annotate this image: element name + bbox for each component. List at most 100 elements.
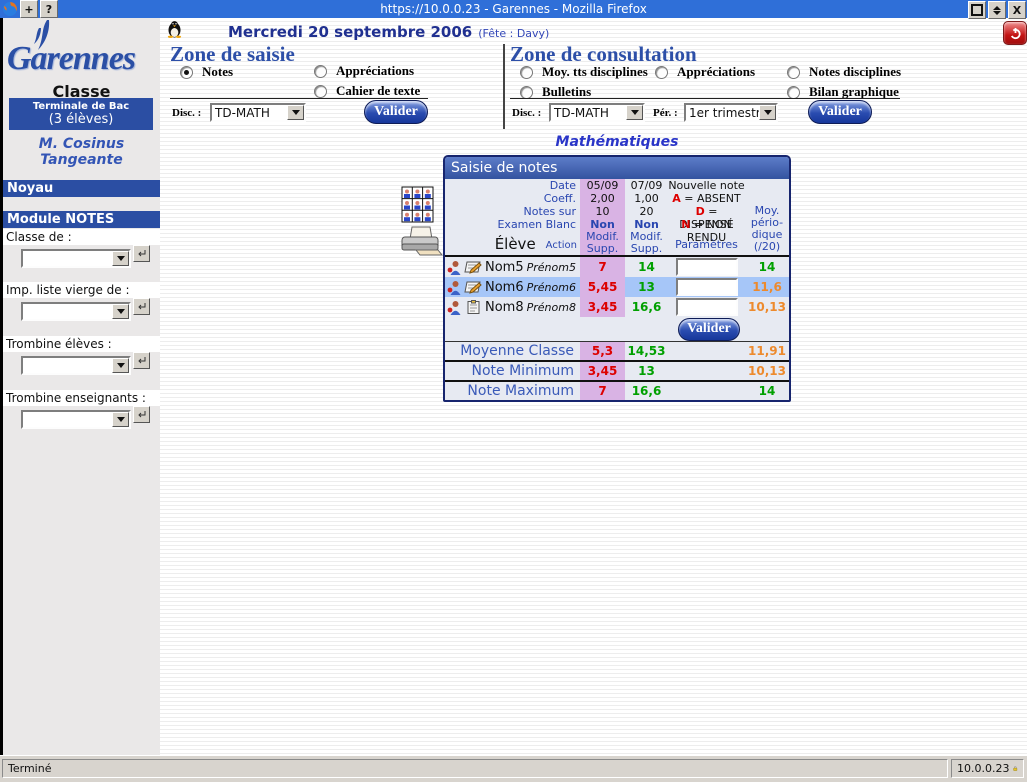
- enter-icon: [136, 409, 147, 420]
- student-name-cell: Nom5 Prénom5: [445, 257, 580, 277]
- radio-moy-tts-disciplines[interactable]: Moy. tts disciplines: [520, 64, 648, 80]
- submit-trombine-eleves-button[interactable]: [133, 352, 150, 369]
- printer-icon[interactable]: [396, 225, 444, 259]
- note-pencil-icon[interactable]: [464, 260, 482, 274]
- radio-notes-disciplines[interactable]: Notes disciplines: [787, 64, 901, 80]
- legend-column: Nouvelle note A = ABSENT D = DISPENSÉ N …: [668, 179, 745, 255]
- radio-circle[interactable]: [520, 66, 533, 79]
- student-name-cell: Nom8 Prénom8: [445, 297, 580, 317]
- enter-icon: [136, 355, 147, 366]
- status-message: Terminé: [2, 759, 948, 778]
- trombine-eleves-select[interactable]: [21, 356, 131, 375]
- radio-circle[interactable]: [520, 86, 533, 99]
- student-name-cell: Nom6 Prénom6: [445, 277, 580, 297]
- consultation-per-select[interactable]: 1er trimestre: [684, 103, 778, 122]
- current-date: Mercredi 20 septembre 2006: [228, 23, 472, 41]
- zones-divider: [503, 44, 505, 129]
- student-icon: [447, 300, 461, 315]
- trombinoscope-icon[interactable]: [401, 186, 435, 224]
- chevron-down-icon[interactable]: [287, 105, 304, 120]
- student-icon: [447, 280, 461, 295]
- status-host: 10.0.0.23: [951, 759, 1024, 778]
- chevron-down-icon[interactable]: [626, 105, 643, 120]
- table-header: Date Coeff. Notes sur Examen Blanc Élève…: [445, 179, 789, 255]
- imp-liste-select[interactable]: [21, 302, 131, 321]
- consultation-per-label: Pér. :: [653, 107, 678, 119]
- notes-sur-label: Notes sur: [445, 205, 580, 218]
- radio-circle[interactable]: [787, 66, 800, 79]
- window-titlebar[interactable]: https://10.0.0.23 - Garennes - Mozilla F…: [0, 0, 1027, 18]
- student-row-selected[interactable]: Nom6 Prénom6 5,45 13 11,6: [445, 277, 789, 297]
- note-column-1-header: 05/09 2,00 10 Non Modif. Supp.: [580, 179, 625, 255]
- radio-notes[interactable]: Notes: [180, 64, 233, 80]
- radio-circle[interactable]: [787, 86, 800, 99]
- chevron-down-icon[interactable]: [112, 358, 129, 373]
- radio-cahier-de-texte[interactable]: Cahier de texte: [314, 83, 420, 99]
- radio-circle[interactable]: [314, 85, 327, 98]
- nouvelle-note-label: Nouvelle note: [668, 179, 745, 192]
- chevron-down-icon[interactable]: [112, 412, 129, 427]
- help-button[interactable]: ?: [40, 0, 58, 18]
- fete-of-day: (Fête : Davy): [478, 27, 549, 40]
- class-size: (3 élèves): [49, 112, 114, 127]
- teacher-name: M. Cosinus Tangeante: [3, 136, 160, 168]
- saisie-valider-button[interactable]: Valider: [364, 100, 428, 124]
- examen-blanc-label: Examen Blanc: [445, 218, 580, 231]
- summary-row-moyenne: Moyenne Classe 5,3 14,53 11,91: [445, 342, 789, 360]
- classe-de-select[interactable]: [21, 249, 131, 268]
- student-row[interactable]: Nom8 Prénom8 3,45 16,6 10,13: [445, 297, 789, 317]
- chevron-down-icon[interactable]: [759, 105, 776, 120]
- new-note-input[interactable]: [676, 258, 738, 276]
- logout-power-button[interactable]: [1003, 21, 1027, 45]
- trombine-enseignants-label: Trombine enseignants :: [3, 390, 160, 406]
- summary-row-maximum: Note Maximum 7 16,6 14: [445, 382, 789, 400]
- add-tab-button[interactable]: +: [20, 0, 38, 18]
- radio-notes-circle[interactable]: [180, 66, 193, 79]
- sidebar-item-module-notes[interactable]: Module NOTES: [3, 211, 160, 228]
- date-label: Date: [445, 179, 580, 192]
- shade-button[interactable]: [988, 1, 1006, 19]
- submit-trombine-enseignants-button[interactable]: [133, 406, 150, 423]
- new-note-input[interactable]: [676, 278, 738, 296]
- supp-link[interactable]: Supp.: [580, 243, 625, 255]
- header-label-column: Date Coeff. Notes sur Examen Blanc Élève…: [445, 179, 580, 255]
- maximize-button[interactable]: [968, 1, 986, 19]
- saisie-divider: [170, 98, 428, 99]
- trombine-enseignants-select[interactable]: [21, 410, 131, 429]
- enter-icon: [136, 248, 147, 259]
- radio-appreciations-saisie[interactable]: Appréciations: [314, 63, 414, 79]
- submit-classe-de-button[interactable]: [133, 245, 150, 262]
- date-header: Mercredi 20 septembre 2006 (Fête : Davy): [228, 23, 549, 41]
- chevron-down-icon[interactable]: [112, 251, 129, 266]
- firefox-icon: [2, 1, 18, 17]
- radio-circle[interactable]: [655, 66, 668, 79]
- tux-penguin-icon: [167, 20, 182, 38]
- classe-de-label: Classe de :: [3, 229, 160, 245]
- sidebar: Garennes Classe Terminale de Bac (3 élèv…: [3, 18, 160, 755]
- trombine-enseignants-field: [21, 410, 150, 429]
- summary-row-minimum: Note Minimum 3,45 13 10,13: [445, 362, 789, 380]
- note-2: 14: [625, 257, 668, 277]
- imp-liste-field: [21, 302, 150, 321]
- note-1: 3,45: [580, 297, 625, 317]
- note-column-2-header: 07/09 1,00 20 Non Modif. Supp.: [625, 179, 668, 255]
- submit-imp-liste-button[interactable]: [133, 298, 150, 315]
- statusbar: Terminé 10.0.0.23: [0, 755, 1027, 782]
- student-row[interactable]: Nom5 Prénom5 7 14 14: [445, 257, 789, 277]
- new-note-input[interactable]: [676, 298, 738, 316]
- consultation-disc-select[interactable]: TD-MATH: [549, 103, 645, 122]
- saisie-disc-select[interactable]: TD-MATH: [210, 103, 306, 122]
- student-icon: [447, 260, 461, 275]
- radio-circle[interactable]: [314, 65, 327, 78]
- close-button[interactable]: X: [1008, 1, 1026, 19]
- note-pencil-icon[interactable]: [464, 280, 482, 294]
- table-valider-button[interactable]: Valider: [678, 318, 740, 341]
- note-1: 5,45: [580, 277, 625, 297]
- supp-link[interactable]: Supp.: [625, 243, 668, 255]
- clipboard-icon[interactable]: [464, 300, 482, 314]
- consultation-valider-button[interactable]: Valider: [808, 100, 872, 124]
- chevron-down-icon[interactable]: [112, 304, 129, 319]
- sidebar-item-noyau[interactable]: Noyau: [3, 180, 160, 197]
- shade-icon: [993, 6, 1001, 15]
- radio-appreciations-consultation[interactable]: Appréciations: [655, 64, 755, 80]
